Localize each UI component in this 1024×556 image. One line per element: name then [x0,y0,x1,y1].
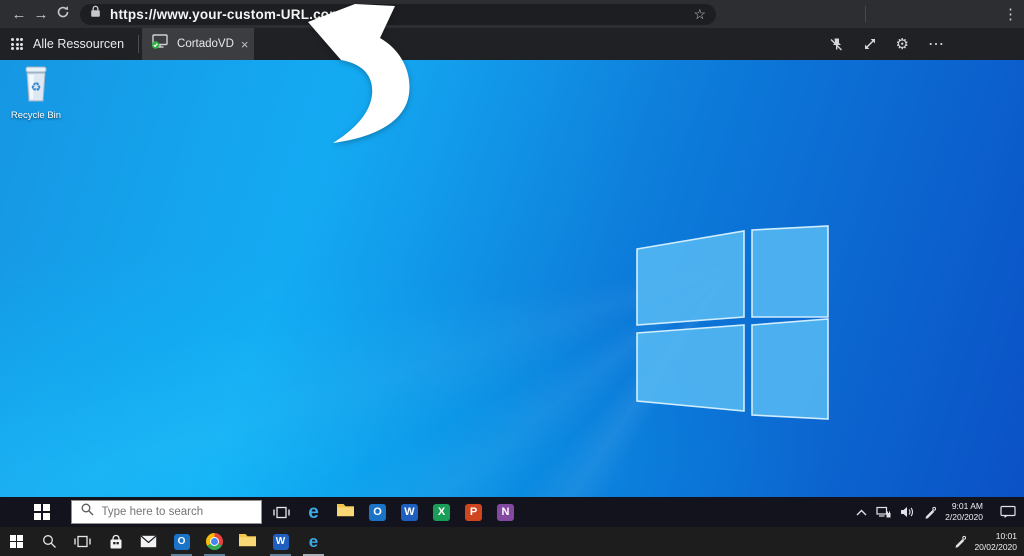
vd-system-tray: 9:01 AM 2/20/2020 [856,501,1024,522]
speaker-icon[interactable] [900,506,914,518]
host-chrome-button[interactable] [198,527,231,556]
monitor-check-icon [151,34,170,55]
chrome-icon [206,533,223,550]
vd-task-view-icon[interactable] [266,497,298,527]
windows-wallpaper-logo [632,225,832,426]
host-taskbar: O W e 10:01 20/02/2020 [0,527,1024,556]
tab-title: CortadoVD [177,38,234,50]
vd-taskbar: e O W X P N 9:01 AM 2/20/2 [0,497,1024,527]
outlook-icon: O [174,534,190,550]
host-edge-button[interactable]: e [297,527,330,556]
lock-icon [90,5,101,23]
word-icon: W [273,534,289,550]
host-date: 20/02/2020 [974,542,1017,553]
vd-edge-button[interactable]: e [298,497,330,527]
vd-time: 9:01 AM [945,501,983,512]
host-file-explorer-button[interactable] [231,527,264,556]
fullscreen-icon[interactable] [863,37,877,51]
toolbar-separator [865,6,866,22]
all-resources-button[interactable]: Alle Ressourcen [0,28,138,60]
vd-search-input[interactable] [102,506,256,518]
vd-start-button[interactable] [34,504,50,520]
windows-start-icon [10,535,23,548]
browser-menu-icon[interactable]: ⋮ [1003,0,1018,28]
host-task-view-button[interactable] [66,527,99,556]
annotation-arrow [293,2,418,147]
host-store-button[interactable] [99,527,132,556]
host-clock[interactable]: 10:01 20/02/2020 [974,531,1017,552]
vd-date: 2/20/2020 [945,512,983,523]
host-start-button[interactable] [0,527,33,556]
vd-onenote-button[interactable]: N [490,497,522,527]
svg-text:♻: ♻ [31,80,42,94]
search-icon [81,503,94,521]
tab-strip: Alle Ressourcen CortadoVD × [0,28,1024,60]
network-icon[interactable] [876,506,891,519]
vd-clock[interactable]: 9:01 AM 2/20/2020 [945,501,983,522]
host-search-button[interactable] [33,527,66,556]
outlook-icon: O [369,504,386,521]
edge-icon: e [308,503,319,522]
refresh-icon[interactable] [52,5,74,23]
tab-cortadovd[interactable]: CortadoVD × [142,28,254,60]
mail-icon [140,535,157,548]
word-icon: W [401,504,418,521]
unpin-icon[interactable] [829,37,844,52]
powerpoint-icon: P [465,504,482,521]
screen: ← → https://www.your-custom-URL.com ☆ ⋮ … [0,0,1024,556]
recycle-bin-icon: ♻ [19,65,53,108]
vd-outlook-button[interactable]: O [362,497,394,527]
remote-desktop[interactable]: ♻ Recycle Bin [0,60,1024,497]
vd-excel-button[interactable]: X [426,497,458,527]
task-view-icon [74,534,91,549]
tab-close-icon[interactable]: × [241,37,249,52]
browser-toolbar: ← → https://www.your-custom-URL.com ☆ ⋮ [0,0,1024,28]
edge-icon: e [309,533,318,550]
host-time: 10:01 [974,531,1017,542]
folder-icon [238,532,257,552]
search-icon [42,534,57,549]
bookmark-star-icon[interactable]: ☆ [693,6,706,23]
tray-chevron-up-icon[interactable] [856,509,867,516]
recycle-bin[interactable]: ♻ Recycle Bin [8,65,64,121]
host-mail-button[interactable] [132,527,165,556]
settings-gear-icon[interactable]: ⚙ [896,35,909,53]
apps-grid-icon [11,38,23,50]
folder-icon [336,502,355,522]
recycle-bin-label: Recycle Bin [11,110,61,121]
host-outlook-button[interactable]: O [165,527,198,556]
action-center-icon[interactable] [1000,505,1016,519]
onenote-icon: N [497,504,514,521]
tabstrip-actions: ⚙ ⋯ [829,28,1024,60]
tabstrip-separator [138,35,139,53]
pen-icon[interactable] [923,506,936,519]
store-bag-icon [108,534,124,550]
excel-icon: X [433,504,450,521]
vd-file-explorer-button[interactable] [330,497,362,527]
vd-word-button[interactable]: W [394,497,426,527]
back-icon[interactable]: ← [8,6,30,23]
pen-icon[interactable] [953,535,966,548]
forward-icon[interactable]: → [30,6,52,23]
host-word-button[interactable]: W [264,527,297,556]
host-system-tray: 10:01 20/02/2020 [953,531,1024,552]
all-resources-label: Alle Ressourcen [33,37,124,51]
session-more-icon[interactable]: ⋯ [928,34,945,54]
vd-search-box[interactable] [71,500,262,524]
wallpaper-light-rays [0,60,1024,497]
vd-powerpoint-button[interactable]: P [458,497,490,527]
